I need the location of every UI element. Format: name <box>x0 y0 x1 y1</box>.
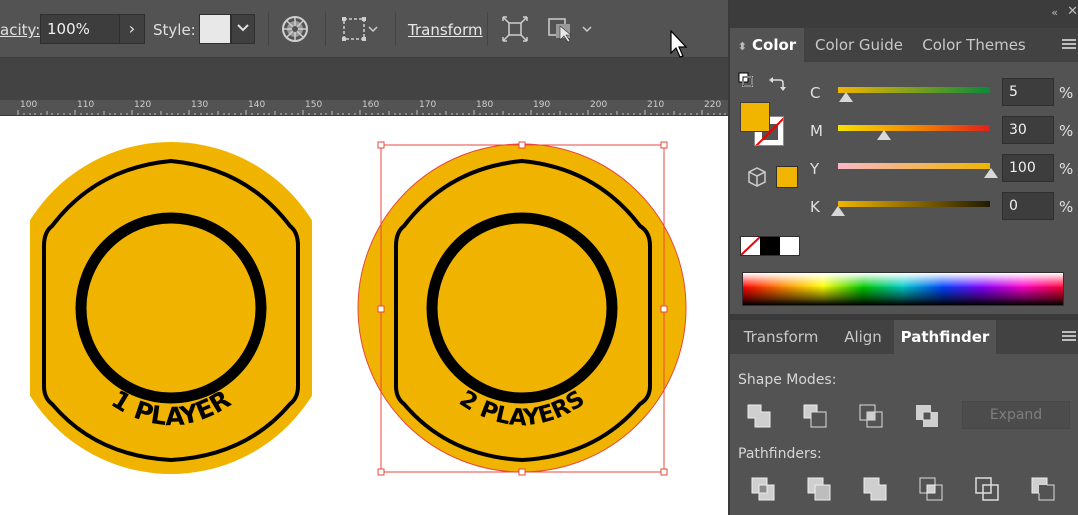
ruler-label: 120 <box>134 100 152 110</box>
pathfinder-panel-tabs: Transform Align Pathfinder <box>730 320 1078 354</box>
expand-button[interactable]: Expand <box>962 401 1070 429</box>
yellow-slider-row: Y 100 % <box>810 154 1078 184</box>
opacity-input[interactable]: 100% <box>40 14 120 44</box>
style-label: Style: <box>153 21 196 39</box>
tab-align[interactable]: Align <box>834 320 892 354</box>
magenta-thumb[interactable] <box>877 130 891 140</box>
opacity-slider-button[interactable]: › <box>119 14 145 44</box>
pathfinders-label: Pathfinders: <box>738 446 822 462</box>
cyan-track[interactable] <box>838 87 990 93</box>
minus-back-icon[interactable] <box>1030 476 1056 502</box>
cyan-label: C <box>810 84 821 102</box>
tab-color-themes[interactable]: Color Themes <box>916 28 1032 62</box>
ruler-label: 160 <box>362 100 380 110</box>
color-spectrum-bar[interactable] <box>742 272 1064 306</box>
panel-dock: « ✕ ⬍ Color Color Guide Color Themes C 5… <box>728 0 1078 515</box>
badge-2-players[interactable]: 2 PLAYERS <box>357 143 687 473</box>
unite-icon[interactable] <box>746 403 772 429</box>
black-input[interactable]: 0 <box>1002 192 1054 220</box>
yellow-input[interactable]: 100 <box>1002 154 1054 182</box>
tab-transform[interactable]: Transform <box>730 320 832 354</box>
black-label: K <box>810 198 820 216</box>
tab-pathfinder[interactable]: Pathfinder <box>894 320 996 354</box>
isolate-group-icon[interactable] <box>500 14 530 44</box>
crop-icon[interactable] <box>918 476 944 502</box>
intersect-icon[interactable] <box>858 403 884 429</box>
ruler-label: 210 <box>647 100 665 110</box>
closest-color-swatch[interactable] <box>776 166 798 188</box>
separator <box>487 12 488 46</box>
black-swatch[interactable] <box>760 237 780 255</box>
ruler-label: 150 <box>305 100 323 110</box>
out-of-gamut-cube-icon[interactable] <box>746 166 768 188</box>
black-track[interactable] <box>838 201 990 207</box>
color-panel: C 5 % M 30 % Y 100 % K 0 % <box>730 62 1078 314</box>
ruler-label: 220 <box>704 100 722 110</box>
ruler-label: 130 <box>191 100 209 110</box>
ruler-label: 170 <box>419 100 437 110</box>
merge-icon[interactable] <box>862 476 888 502</box>
magenta-slider-row: M 30 % <box>810 116 1078 146</box>
graphic-style-swatch[interactable] <box>199 14 231 44</box>
none-swatch[interactable] <box>741 237 760 255</box>
recolor-artwork-icon[interactable] <box>280 14 310 44</box>
ruler-label: 200 <box>590 100 608 110</box>
fill-swatch[interactable] <box>740 102 770 132</box>
white-swatch[interactable] <box>780 237 799 255</box>
ruler-label: 140 <box>248 100 266 110</box>
yellow-track[interactable] <box>838 163 990 169</box>
quick-swatches <box>740 236 800 256</box>
magenta-unit: % <box>1059 122 1074 140</box>
document-tab-bar <box>0 58 728 100</box>
chevron-down-icon <box>237 24 249 32</box>
default-fill-stroke-icon[interactable] <box>738 72 754 88</box>
panel-header: « ✕ <box>730 0 1078 28</box>
magenta-track[interactable] <box>838 125 990 131</box>
align-to-selection-icon[interactable] <box>340 14 380 44</box>
separator <box>325 12 326 46</box>
yellow-unit: % <box>1059 160 1074 178</box>
ruler-label: 180 <box>476 100 494 110</box>
black-thumb[interactable] <box>831 206 845 216</box>
color-panel-tabs: ⬍ Color Color Guide Color Themes <box>730 28 1078 62</box>
cyan-input[interactable]: 5 <box>1002 78 1054 106</box>
magenta-label: M <box>810 122 823 140</box>
separator <box>268 12 269 46</box>
panel-menu-icon[interactable] <box>1062 39 1076 51</box>
separator <box>395 12 396 46</box>
trim-icon[interactable] <box>806 476 832 502</box>
transform-link[interactable]: Transform <box>408 21 483 39</box>
yellow-thumb[interactable] <box>984 168 998 178</box>
minus-front-icon[interactable] <box>802 403 828 429</box>
collapse-panels-icon[interactable]: « <box>1051 6 1058 19</box>
graphic-style-dropdown[interactable] <box>231 14 255 44</box>
ruler-label: 100 <box>20 100 38 110</box>
artboard-canvas[interactable]: 1 PLAYER 2 PLAYERS <box>0 116 728 515</box>
tab-color[interactable]: ⬍ Color <box>730 28 804 62</box>
swap-fill-stroke-icon[interactable] <box>768 74 786 92</box>
panel-menu-icon[interactable] <box>1062 331 1076 343</box>
close-icon[interactable]: ✕ <box>1067 4 1078 19</box>
horizontal-ruler[interactable]: 100 110 120 130 140 150 160 170 180 190 … <box>0 100 728 116</box>
cyan-slider-row: C 5 % <box>810 78 1078 108</box>
divide-icon[interactable] <box>750 476 776 502</box>
yellow-label: Y <box>810 160 820 178</box>
badge-1-player[interactable]: 1 PLAYER <box>5 142 337 474</box>
magenta-input[interactable]: 30 <box>1002 116 1054 144</box>
pathfinder-panel: Shape Modes: Expand Pathfinders: <box>730 354 1078 515</box>
ruler-label: 110 <box>77 100 95 110</box>
opacity-label[interactable]: acity: <box>0 21 40 39</box>
sort-arrows-icon: ⬍ <box>737 40 748 53</box>
exclude-icon[interactable] <box>914 403 940 429</box>
black-slider-row: K 0 % <box>810 192 1078 222</box>
cyan-thumb[interactable] <box>839 92 853 102</box>
ruler-label: 190 <box>533 100 551 110</box>
black-unit: % <box>1059 198 1074 216</box>
select-similar-icon[interactable] <box>546 14 596 44</box>
cyan-unit: % <box>1059 84 1074 102</box>
tab-color-guide[interactable]: Color Guide <box>806 28 912 62</box>
shape-modes-label: Shape Modes: <box>738 372 837 388</box>
control-bar: acity: 100% › Style: Transform <box>0 0 728 58</box>
outline-icon[interactable] <box>974 476 1000 502</box>
